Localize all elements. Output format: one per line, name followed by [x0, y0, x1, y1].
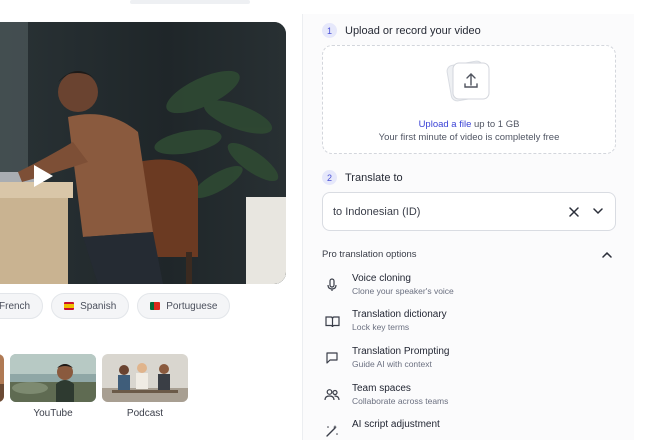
pro-option-translation-dictionary[interactable]: Translation dictionary Lock key terms — [322, 309, 616, 339]
pro-option-title: Translation dictionary — [352, 309, 447, 320]
pro-options-toggle[interactable]: Pro translation options — [322, 246, 616, 262]
top-bar — [0, 0, 660, 14]
language-chip-label: Portuguese — [166, 300, 218, 312]
step-number-badge: 1 — [322, 23, 337, 38]
step-upload-header: 1 Upload or record your video — [322, 23, 481, 38]
thumbnail-partial[interactable] — [0, 354, 4, 419]
pro-option-subtitle: Clone your speaker's voice — [352, 286, 454, 296]
book-icon — [322, 311, 342, 331]
pro-option-title: Team spaces — [352, 383, 411, 394]
play-icon[interactable] — [32, 164, 54, 188]
pro-option-title: AI script adjustment — [352, 419, 440, 430]
pro-option-translation-prompting[interactable]: Translation Prompting Guide AI with cont… — [322, 346, 616, 376]
language-chip-spanish[interactable]: Spanish — [51, 293, 130, 319]
team-icon — [322, 385, 342, 405]
language-chip-french[interactable]: French — [0, 293, 44, 319]
microphone-icon — [322, 275, 342, 295]
step-number-badge: 2 — [322, 170, 337, 185]
top-bar-fade — [130, 0, 250, 4]
target-language-value: to Indonesian (ID) — [333, 205, 421, 218]
video-preview[interactable] — [0, 22, 286, 284]
thumbnail-image — [0, 354, 4, 402]
example-thumbnails: YouTube Podcast — [0, 354, 188, 419]
language-chip-portuguese[interactable]: Portuguese — [137, 293, 231, 319]
upload-icon — [446, 58, 492, 104]
magic-wand-icon — [322, 421, 342, 440]
thumbnail-image — [102, 354, 188, 402]
pro-option-title: Voice cloning — [352, 273, 411, 284]
upload-file-link[interactable]: Upload a file — [419, 119, 472, 130]
upload-dropzone[interactable]: Upload a file up to 1 GB Your first minu… — [322, 45, 616, 154]
upload-free-note: Your first minute of video is completely… — [378, 132, 560, 143]
step-title: Upload or record your video — [345, 24, 481, 37]
upload-instructions: Upload a file up to 1 GB — [323, 119, 615, 130]
thumbnail-image — [10, 354, 96, 402]
step-translate-header: 2 Translate to — [322, 170, 403, 185]
portugal-flag-icon — [150, 302, 161, 310]
spain-flag-icon — [64, 302, 75, 310]
language-chip-label: Spanish — [80, 300, 117, 312]
chat-bubble-icon — [322, 348, 342, 368]
thumbnail-podcast[interactable]: Podcast — [102, 354, 188, 419]
chevron-up-icon[interactable] — [600, 247, 614, 261]
pro-option-voice-cloning[interactable]: Voice cloning Clone your speaker's voice — [322, 273, 616, 303]
pro-option-subtitle: Lock key terms — [352, 322, 410, 332]
language-chip-row: French Spanish Portuguese — [0, 293, 231, 319]
upload-limit-text: up to 1 GB — [471, 119, 520, 130]
pro-options-title: Pro translation options — [322, 248, 417, 260]
pro-option-ai-script-adjustment[interactable]: AI script adjustment — [322, 419, 616, 440]
pro-option-subtitle: Collaborate across teams — [352, 396, 449, 406]
chevron-down-icon[interactable] — [591, 205, 605, 219]
pro-option-subtitle: Guide AI with context — [352, 359, 432, 369]
target-language-select[interactable]: to Indonesian (ID) — [322, 192, 616, 231]
pro-option-title: Translation Prompting — [352, 346, 450, 357]
video-frame-illustration — [0, 22, 286, 284]
thumbnail-label: Podcast — [126, 408, 164, 419]
language-chip-label: French — [0, 300, 31, 312]
thumbnail-label: YouTube — [33, 408, 73, 419]
step-title: Translate to — [345, 171, 403, 184]
panel-divider — [302, 14, 303, 440]
close-icon[interactable] — [567, 205, 581, 219]
pro-option-team-spaces[interactable]: Team spaces Collaborate across teams — [322, 383, 616, 413]
thumbnail-youtube[interactable]: YouTube — [10, 354, 96, 419]
